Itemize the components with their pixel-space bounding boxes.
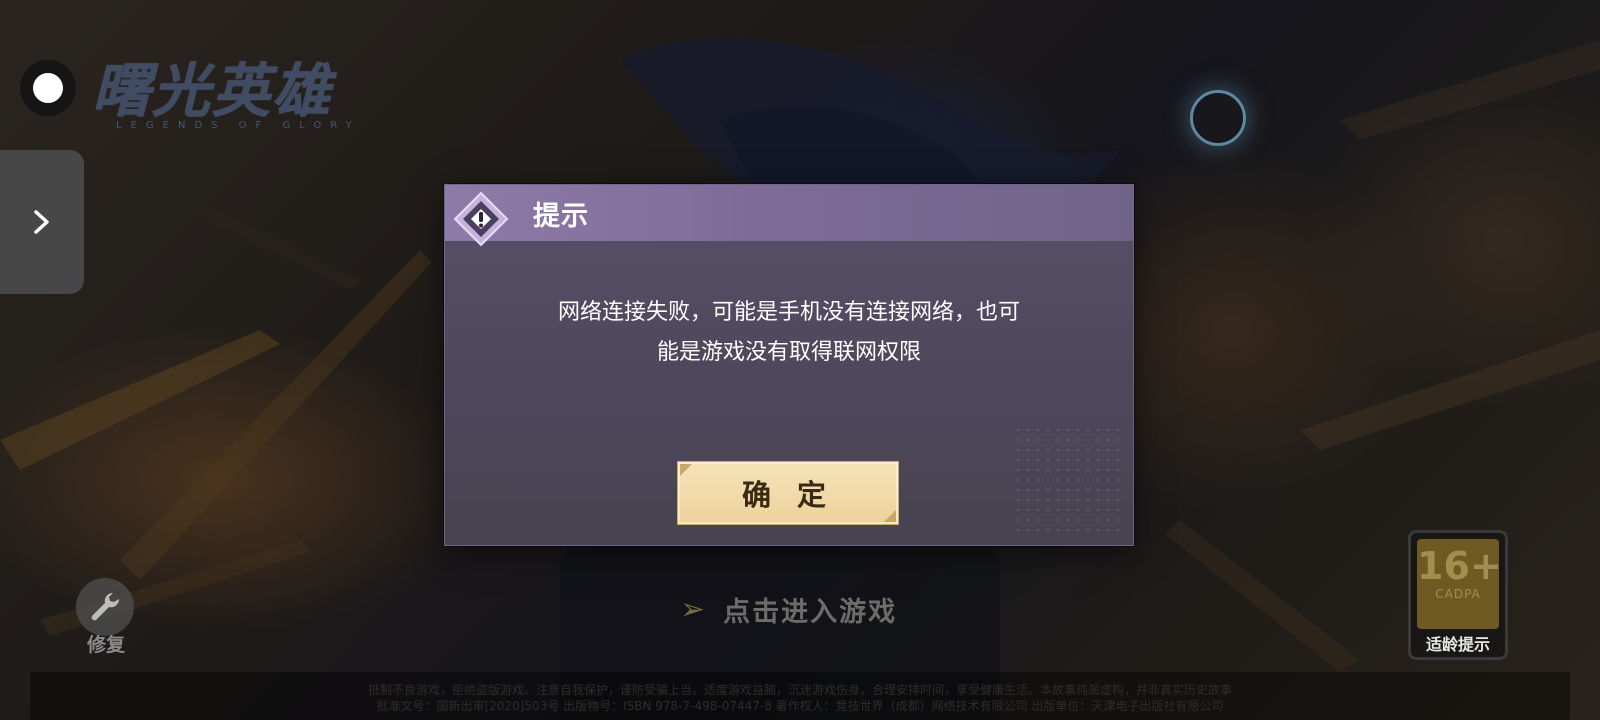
age-rating-label: 适龄提示 (1425, 635, 1490, 654)
enter-game-prompt[interactable]: ➢ 点击进入游戏 (680, 590, 897, 629)
age-rating-number: 16+ (1417, 544, 1502, 588)
dialog-title: 提示 (533, 200, 589, 232)
side-panel-toggle[interactable] (0, 150, 84, 294)
chevron-right-icon (34, 210, 49, 234)
dialog-header: 提示 (445, 185, 1133, 247)
confirm-button[interactable]: 确 定 (677, 461, 899, 525)
age-rating-inner: 16+ CADPA (1417, 539, 1502, 629)
dialog-message: 网络连接失败，可能是手机没有连接网络，也可 能是游戏没有取得联网权限 (505, 293, 1073, 373)
dialog-message-line2: 能是游戏没有取得联网权限 (656, 340, 921, 365)
dialog-message-line1: 网络连接失败，可能是手机没有连接网络，也可 (557, 300, 1020, 325)
warning-icon (453, 191, 509, 247)
health-notice-bar: 抵制不良游戏，拒绝盗版游戏。注意自我保护，谨防受骗上当。适度游戏益脑，沉迷游戏伤… (30, 672, 1570, 720)
wrench-icon (91, 592, 120, 621)
logo-title: 曙光英雄 (92, 57, 333, 125)
logo-subtitle: LEGENDS OF GLORY (116, 120, 361, 131)
orb-decoration (1190, 90, 1246, 146)
repair-label: 修复 (86, 634, 125, 656)
game-logo: 曙光英雄 LEGENDS OF GLORY (92, 56, 422, 148)
record-button[interactable] (20, 60, 76, 116)
dialog-dot-pattern (1013, 425, 1123, 535)
health-notice-line1: 抵制不良游戏，拒绝盗版游戏。注意自我保护，谨防受骗上当。适度游戏益脑，沉迷游戏伤… (367, 683, 1232, 697)
network-error-dialog: 提示 网络连接失败，可能是手机没有连接网络，也可 能是游戏没有取得联网权限 确 … (444, 184, 1134, 546)
repair-button[interactable]: 修复 (76, 578, 136, 657)
license-notice-line2: 批准文号：国新出审[2020]503号 出版物号：ISBN 978-7-498-… (376, 699, 1224, 713)
arrow-right-icon: ➢ (680, 592, 706, 627)
repair-circle (76, 578, 134, 636)
enter-game-label: 点击进入游戏 (723, 597, 898, 628)
game-launch-screen: 曙光英雄 LEGENDS OF GLORY 修复 ➢ 点击进入游戏 16+ CA… (0, 0, 1600, 720)
age-rating-badge[interactable]: 16+ CADPA 适龄提示 (1408, 530, 1508, 660)
